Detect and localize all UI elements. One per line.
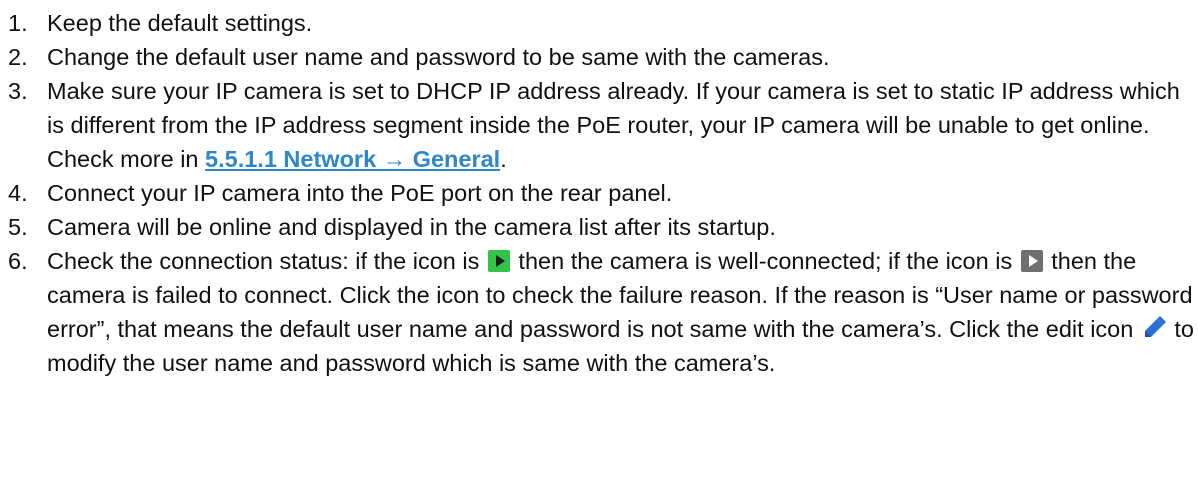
step-number: 3. — [8, 78, 28, 104]
step-number: 2. — [8, 44, 28, 70]
play-icon-green — [487, 250, 510, 272]
pencil-icon — [1142, 315, 1166, 339]
step-text: Keep the default settings. — [47, 10, 313, 36]
step-text-part1: Check the connection status: if the icon… — [47, 248, 486, 274]
step-number: 6. — [8, 248, 28, 274]
list-item: 2. Change the default user name and pass… — [8, 40, 1194, 74]
step-text: Connect your IP camera into the PoE port… — [47, 180, 673, 206]
network-general-link[interactable]: 5.5.1.1 Network → General — [205, 146, 500, 172]
step-text-part2: then the camera is well-connected; if th… — [511, 248, 1019, 274]
list-item: 6. Check the connection status: if the i… — [8, 244, 1194, 380]
list-item: 5. Camera will be online and displayed i… — [8, 210, 1194, 244]
list-item: 3. Make sure your IP camera is set to DH… — [8, 74, 1194, 176]
list-item: 1. Keep the default settings. — [8, 6, 1194, 40]
step-text: Camera will be online and displayed in t… — [47, 214, 776, 240]
play-icon-gray — [1020, 250, 1043, 272]
step-text: Make sure your IP camera is set to DHCP … — [47, 74, 1194, 176]
step-number: 4. — [8, 180, 28, 206]
step-number: 5. — [8, 214, 28, 240]
step-number: 1. — [8, 10, 28, 36]
step-text: Check the connection status: if the icon… — [47, 244, 1194, 380]
instruction-list: 1. Keep the default settings. 2. Change … — [8, 6, 1194, 380]
step-text-after-link: . — [500, 146, 507, 172]
list-item: 4. Connect your IP camera into the PoE p… — [8, 176, 1194, 210]
step-text: Change the default user name and passwor… — [47, 44, 830, 70]
